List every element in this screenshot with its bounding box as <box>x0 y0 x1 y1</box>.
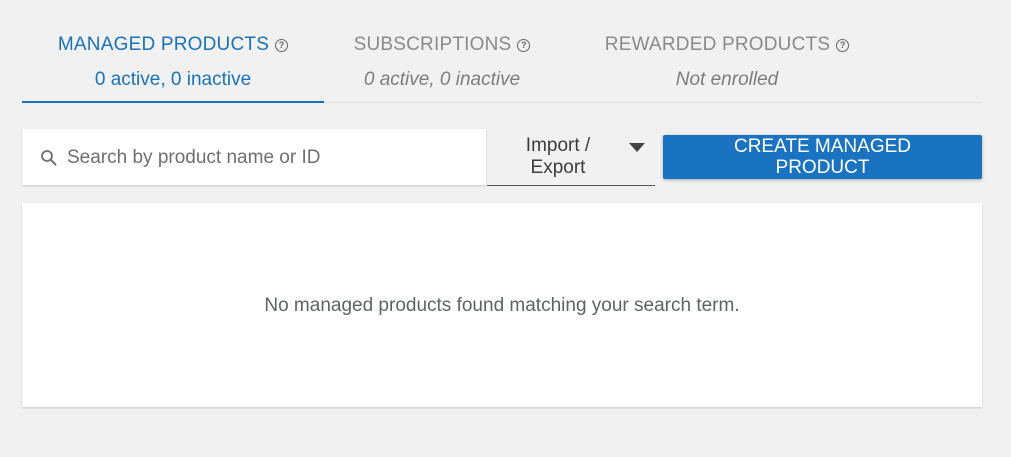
caret-down-icon <box>629 143 645 152</box>
import-export-dropdown[interactable]: Import / Export <box>487 133 655 186</box>
empty-state-message: No managed products found matching your … <box>264 295 740 316</box>
tab-subscriptions[interactable]: SUBSCRIPTIONS? 0 active, 0 inactive <box>324 22 560 102</box>
import-export-label: Import / Export <box>525 135 591 178</box>
help-icon[interactable]: ? <box>517 39 531 52</box>
tab-title: SUBSCRIPTIONS? <box>324 34 560 56</box>
create-managed-product-button[interactable]: CREATE MANAGED PRODUCT <box>663 135 982 179</box>
search-box <box>22 129 486 185</box>
tab-title: MANAGED PRODUCTS? <box>22 34 324 56</box>
search-input[interactable] <box>65 141 469 175</box>
help-icon[interactable]: ? <box>275 39 289 52</box>
tab-managed-products[interactable]: MANAGED PRODUCTS? 0 active, 0 inactive <box>22 22 324 103</box>
tab-subtitle: 0 active, 0 inactive <box>363 69 521 90</box>
search-icon <box>41 150 57 166</box>
create-button-label: CREATE MANAGED PRODUCT <box>733 136 911 178</box>
tab-rewarded-products[interactable]: REWARDED PRODUCTS? Not enrolled <box>560 22 894 102</box>
tab-subtitle: Not enrolled <box>675 69 779 90</box>
help-icon[interactable]: ? <box>836 39 850 52</box>
products-list-card: No managed products found matching your … <box>22 203 982 407</box>
tab-title: REWARDED PRODUCTS? <box>560 34 894 56</box>
tab-subtitle: 0 active, 0 inactive <box>94 69 252 90</box>
product-tabs: MANAGED PRODUCTS? 0 active, 0 inactive S… <box>22 22 982 103</box>
